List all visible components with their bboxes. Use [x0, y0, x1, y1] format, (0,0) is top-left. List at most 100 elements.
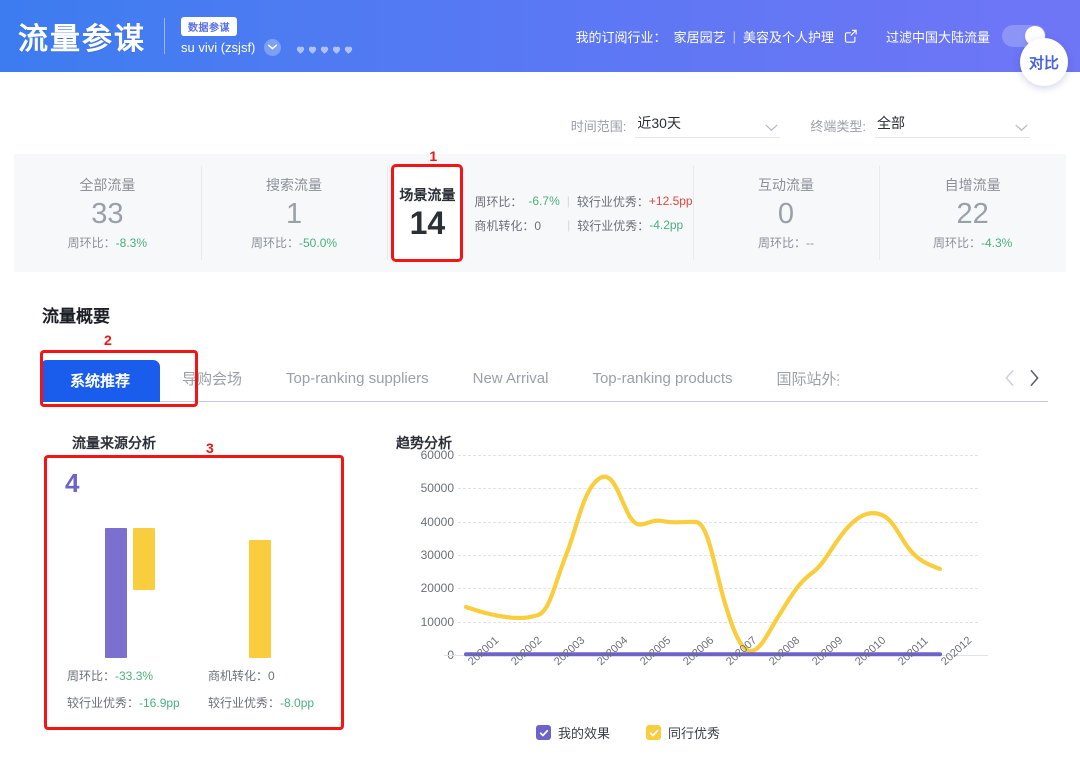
y-tick-label: 40000 [421, 515, 454, 529]
legend-item-peer[interactable]: 同行优秀 [646, 723, 720, 742]
scene-industry2-label: 较行业优秀： [577, 217, 649, 234]
chevron-left-icon[interactable] [1004, 369, 1019, 389]
edit-square-icon[interactable] [843, 29, 858, 44]
legend-label: 我的效果 [558, 723, 610, 742]
chevron-down-icon [765, 119, 778, 127]
heart-icon [343, 42, 354, 53]
metric-value: 33 [91, 198, 123, 231]
scene-industry-value: +12.5pp [649, 194, 693, 208]
metric-title: 搜索流量 [266, 175, 322, 195]
time-range-label: 时间范围: [571, 116, 627, 138]
bar-peer-scene [133, 528, 155, 590]
source-analysis-chart[interactable]: 4 周环比：-33.3% 较行业优秀：-16.9pp 商机转化：0 较行业优秀：… [44, 455, 344, 730]
detail-divider: | [567, 218, 570, 232]
source-stat-value: -16.9pp [139, 696, 180, 710]
source-stat-row: 较行业优秀：-8.0pp [208, 694, 331, 711]
y-tick-label: 30000 [421, 548, 454, 562]
source-stat-label: 较行业优秀： [208, 696, 280, 710]
metric-sub-label: 周环比： [758, 236, 806, 250]
metric-sub: 周环比：-8.3% [68, 234, 147, 251]
legend-label: 同行优秀 [668, 723, 720, 742]
y-tick-label: 60000 [421, 448, 454, 462]
heart-icon [307, 42, 318, 53]
filter-bar: 时间范围: 近30天 终端类型: 全部 [14, 96, 1066, 154]
scene-wow-value: -6.7% [528, 194, 559, 208]
chevron-down-icon [1015, 119, 1028, 127]
check-icon[interactable] [536, 725, 551, 740]
metric-card-organic-traffic[interactable]: 自增流量 22 周环比：-4.3% [879, 154, 1066, 272]
metric-card-scene-traffic[interactable]: 1 场景流量 14 周环比： -6.7% | 较行业优秀： +12.5pp 商机… [387, 154, 692, 272]
industry-separator: | [733, 29, 736, 44]
metric-card-search-traffic[interactable]: 搜索流量 1 周环比：-50.0% [201, 154, 388, 272]
tab-new-arrival[interactable]: New Arrival [451, 356, 571, 402]
scene-title: 场景流量 [399, 185, 455, 205]
terminal-type-select[interactable]: 全部 [875, 113, 1030, 138]
tab-top-ranking-products[interactable]: Top-ranking products [570, 356, 754, 402]
metric-value: 1 [286, 198, 302, 231]
app-page: 流量参谋 数据参谋 su vivi (zsjsf) 我的订阅行业： [0, 0, 1080, 762]
app-header: 流量参谋 数据参谋 su vivi (zsjsf) 我的订阅行业： [0, 0, 1080, 72]
trend-plot-area [458, 455, 978, 655]
metric-sub-value: -- [806, 236, 814, 250]
mainland-filter-label: 过滤中国大陆流量 [886, 27, 990, 46]
check-icon[interactable] [646, 725, 661, 740]
source-stat-label: 周环比： [67, 669, 115, 683]
trend-series-svg [458, 455, 978, 657]
tab-top-ranking-suppliers[interactable]: Top-ranking suppliers [264, 356, 451, 402]
metric-sub-value: -50.0% [299, 236, 337, 250]
page-title: 流量概要 [42, 302, 110, 327]
compare-fab-button[interactable]: 对比 [1020, 38, 1068, 86]
user-block: 数据参谋 su vivi (zsjsf) [181, 17, 354, 56]
metric-value: 22 [957, 198, 989, 231]
annotation-marker-1: 1 [429, 148, 437, 164]
metric-value: 0 [778, 198, 794, 231]
x-axis-labels: 202001 202002 202003 202004 202005 20200… [458, 659, 978, 719]
tab-system-recommend[interactable]: 系统推荐 [40, 360, 160, 402]
source-stat-row: 周环比：-33.3% [67, 667, 190, 684]
detail-divider: | [567, 194, 570, 208]
source-stat-value: -33.3% [115, 669, 153, 683]
source-stat-label: 商机转化：0 [208, 669, 275, 683]
chevron-right-icon[interactable] [1029, 369, 1044, 389]
y-tick-label: 20000 [421, 581, 454, 595]
trend-analysis-chart[interactable]: 0 10000 20000 30000 40000 50000 60000 20… [396, 455, 1044, 745]
scene-industry2-value: -4.2pp [649, 218, 683, 232]
scene-value: 14 [410, 206, 446, 241]
industry-beauty-care: 美容及个人护理 [743, 27, 834, 46]
rating-hearts [295, 42, 354, 53]
metric-sub-label: 周环比： [68, 236, 116, 250]
bar-peer-conversion [249, 540, 271, 658]
scene-wow-label: 周环比： [474, 193, 522, 210]
time-range-value: 近30天 [637, 113, 681, 133]
user-row: su vivi (zsjsf) [181, 39, 354, 56]
metric-sub: 周环比：-50.0% [251, 234, 337, 251]
source-stat-label: 较行业优秀： [67, 696, 139, 710]
brand-title: 流量参谋 [18, 14, 146, 58]
scene-traffic-highlight[interactable]: 场景流量 14 [391, 164, 463, 262]
source-stat-row: 较行业优秀：-16.9pp [67, 694, 190, 711]
bar-mine-scene [105, 528, 127, 658]
metric-title: 互动流量 [758, 175, 814, 195]
data-advisor-badge: 数据参谋 [181, 17, 237, 36]
heart-icon [331, 42, 342, 53]
terminal-type-label: 终端类型: [810, 116, 866, 138]
time-range-select[interactable]: 近30天 [635, 113, 780, 138]
metric-card-interactive-traffic[interactable]: 互动流量 0 周环比：-- [693, 154, 880, 272]
metric-card-all-traffic[interactable]: 全部流量 33 周环比：-8.3% [14, 154, 201, 272]
source-bar-chart [75, 513, 325, 658]
metric-sub: 周环比：-4.3% [933, 234, 1012, 251]
chevron-down-icon[interactable] [264, 39, 281, 56]
source-stat-row: 商机转化：0 [208, 667, 331, 684]
legend-item-mine[interactable]: 我的效果 [536, 723, 610, 742]
subscription-industries: 我的订阅行业： 家居园艺 | 美容及个人护理 [576, 27, 858, 46]
source-big-number: 4 [65, 468, 79, 499]
metric-sub-label: 周环比： [251, 236, 299, 250]
tab-international-promotion[interactable]: 国际站外推 [755, 356, 839, 402]
terminal-type-filter: 终端类型: 全部 [810, 113, 1030, 138]
tab-guide-venue[interactable]: 导购会场 [160, 356, 264, 402]
annotation-marker-3: 3 [206, 440, 214, 456]
scene-conversion-label: 商机转化：0 [474, 217, 541, 234]
metric-title: 全部流量 [79, 175, 135, 195]
tab-pagination [1004, 369, 1048, 389]
heart-icon [295, 42, 306, 53]
